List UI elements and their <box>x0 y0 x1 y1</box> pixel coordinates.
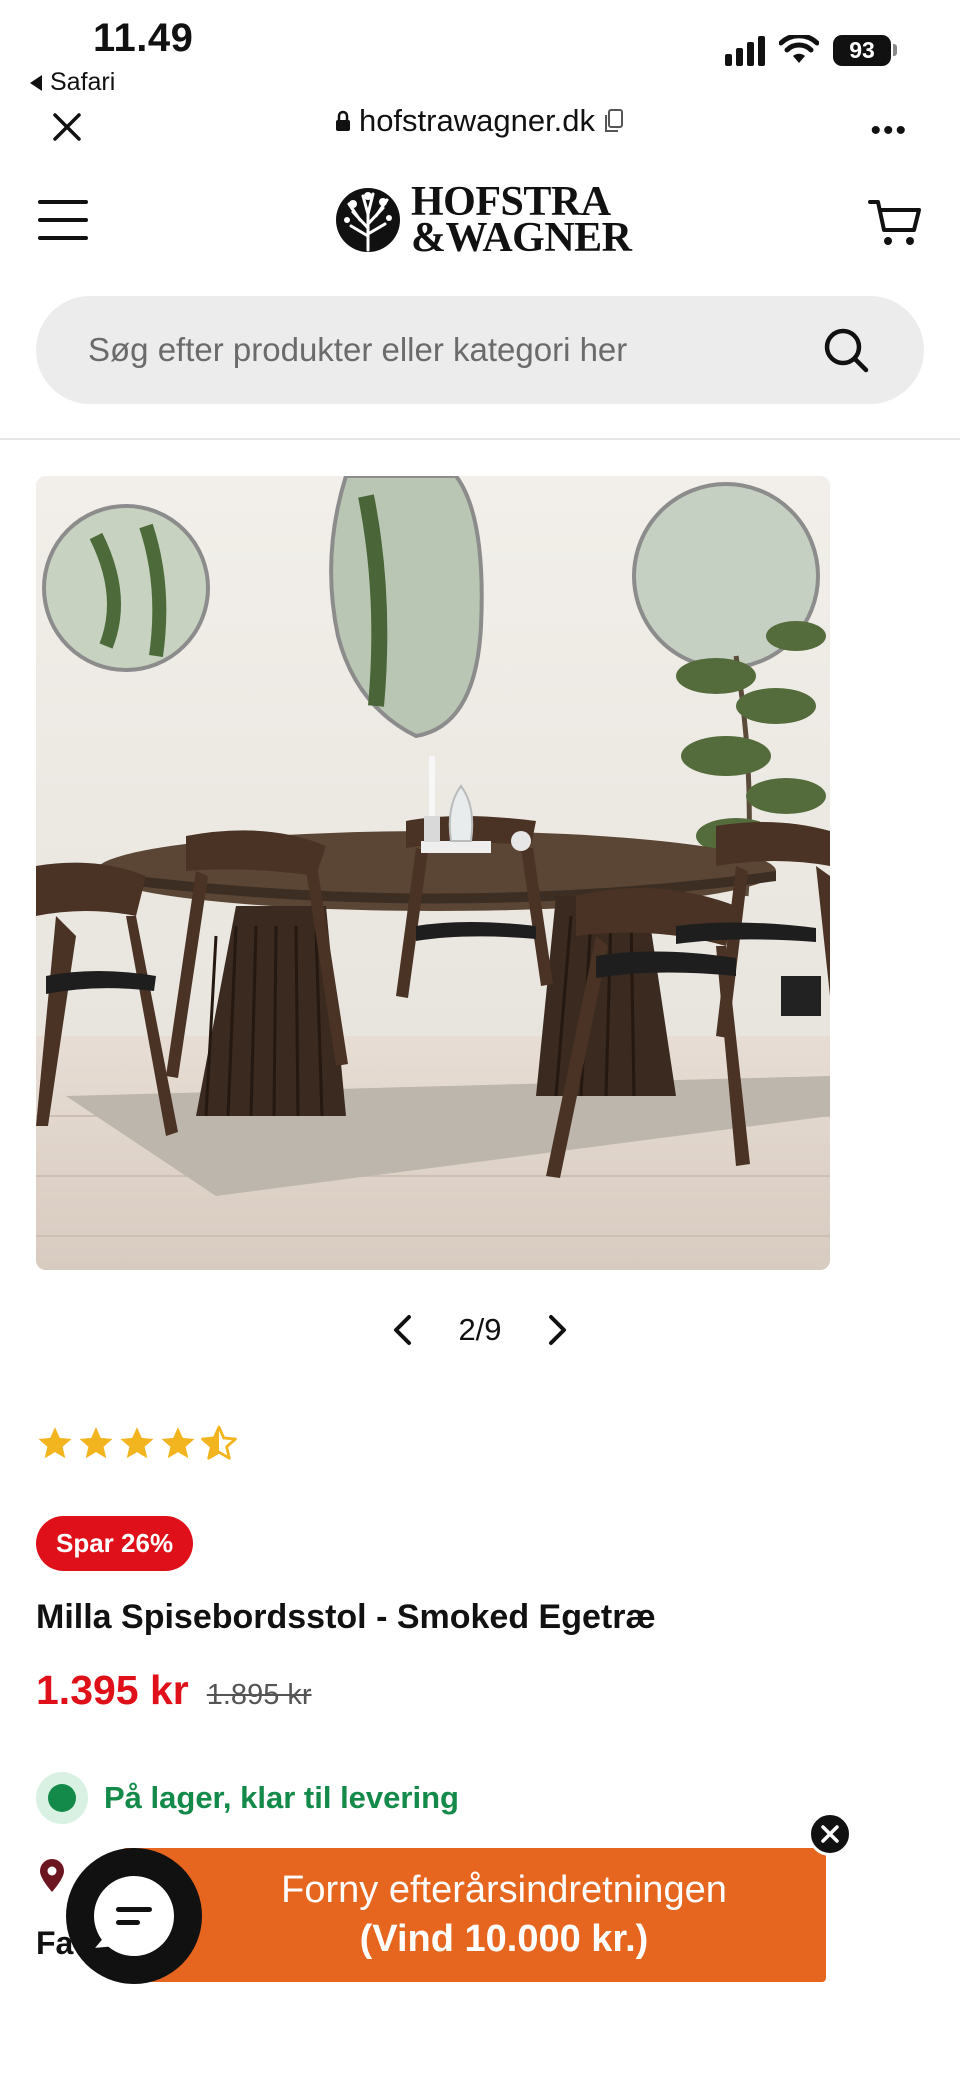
back-app-label: Safari <box>50 68 116 96</box>
star-icon <box>120 1427 154 1459</box>
discount-badge: Spar 26% <box>36 1516 194 1571</box>
logo-wordmark: HOFSTRA &WAGNER <box>411 181 632 261</box>
location-pin-icon <box>40 1859 64 1892</box>
more-icon[interactable]: ••• <box>870 114 908 148</box>
site-logo[interactable]: HOFSTRA &WAGNER <box>333 181 632 261</box>
battery-icon: 93 <box>833 34 897 66</box>
url-text: hofstrawagner.dk <box>358 103 596 138</box>
battery-level: 93 <box>833 34 891 66</box>
wifi-icon <box>779 35 819 63</box>
status-icons: 93 <box>725 34 897 66</box>
back-to-app[interactable]: Safari <box>30 68 115 97</box>
gallery-pager: 2/9 <box>0 1310 960 1350</box>
current-price: 1.395 kr <box>36 1667 189 1713</box>
lock-icon <box>335 110 350 131</box>
product-image[interactable] <box>36 476 830 1270</box>
product-rating[interactable] <box>36 1424 238 1462</box>
image-counter: 2/9 <box>458 1312 502 1347</box>
signal-icon <box>725 34 765 66</box>
logo-line-2: &WAGNER <box>411 215 632 261</box>
promo-close-button[interactable] <box>808 1812 852 1856</box>
promo-line-2: (Vind 10.000 kr.) <box>359 1918 649 1960</box>
half-star-icon <box>201 1425 237 1460</box>
search-input[interactable] <box>88 331 820 369</box>
search-icon <box>824 328 869 373</box>
original-price: 1.895 kr <box>206 1679 312 1711</box>
chat-icon <box>94 1876 174 1956</box>
back-arrow-icon <box>30 74 42 91</box>
header-divider <box>0 438 960 440</box>
previous-image-button[interactable] <box>382 1310 422 1350</box>
in-stock-dot-icon <box>36 1772 88 1824</box>
stock-status: På lager, klar til levering <box>36 1772 459 1824</box>
search-bar <box>36 296 924 404</box>
star-icon <box>161 1427 195 1459</box>
promo-banner[interactable]: Forny efterårsindretningen (Vind 10.000 … <box>122 1848 826 1982</box>
url-bar[interactable]: hofstrawagner.dk <box>0 103 960 139</box>
status-time: 11.49 <box>93 16 194 60</box>
chevron-left-icon <box>394 1315 412 1345</box>
star-icon <box>38 1427 72 1459</box>
close-icon <box>821 1825 839 1843</box>
cart-icon[interactable] <box>868 198 922 248</box>
chevron-right-icon <box>548 1315 566 1345</box>
product-photo <box>36 476 830 1270</box>
product-title: Milla Spisebordsstol - Smoked Egetræ <box>36 1598 656 1636</box>
chat-button[interactable] <box>66 1848 202 1984</box>
copy-icon[interactable] <box>603 108 625 134</box>
star-icon <box>79 1427 113 1459</box>
tree-logo-icon <box>336 188 400 252</box>
price-row: 1.395 kr 1.895 kr <box>36 1667 312 1714</box>
next-image-button[interactable] <box>538 1310 578 1350</box>
stock-text: På lager, klar til levering <box>104 1780 459 1815</box>
search-button[interactable] <box>820 324 872 376</box>
promo-line-1: Forny efterårsindretningen <box>281 1869 727 1911</box>
menu-icon[interactable] <box>38 200 88 240</box>
